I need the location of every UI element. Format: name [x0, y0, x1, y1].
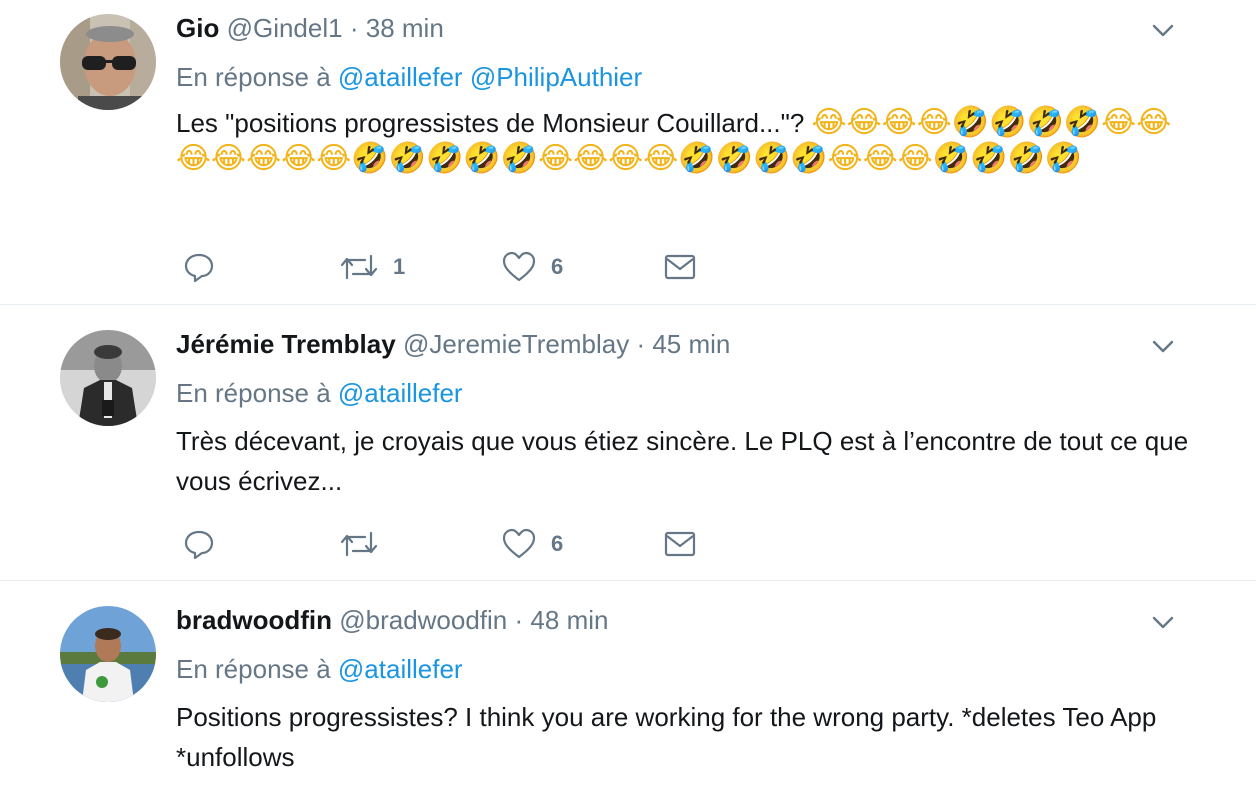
chevron-down-icon[interactable] [1150, 609, 1176, 635]
heart-icon [502, 528, 536, 559]
chevron-down-icon[interactable] [1150, 17, 1176, 43]
separator: · [636, 329, 646, 359]
author-name[interactable]: Gio [176, 13, 219, 43]
separator: · [349, 13, 359, 43]
direct-message-button[interactable] [663, 250, 697, 284]
like-count: 6 [551, 531, 564, 556]
retweet-icon [340, 254, 378, 280]
tweet: Jérémie Tremblay @JeremieTremblay · 45 m… [0, 305, 1256, 581]
reply-button[interactable] [182, 250, 230, 284]
reply-prefix: En réponse à [176, 378, 331, 408]
reply-icon [184, 253, 214, 283]
timestamp[interactable]: 45 min [652, 329, 730, 359]
tweet-actions: 6 [176, 527, 736, 561]
envelope-icon [664, 254, 696, 280]
mention-link[interactable]: @ataillefer [338, 62, 463, 92]
heart-icon [502, 251, 536, 282]
separator: · [514, 605, 524, 635]
tweet-text-body: Les "positions progressistes de Monsieur… [176, 108, 812, 138]
reply-context: En réponse à @ataillefer [176, 654, 463, 684]
envelope-icon [664, 531, 696, 557]
like-button[interactable]: 6 [501, 250, 563, 284]
mention-link[interactable]: @ataillefer [338, 654, 463, 684]
retweet-count: 1 [393, 254, 406, 279]
reply-button[interactable] [182, 527, 230, 561]
tweet-actions: 1 6 [176, 250, 736, 284]
reply-prefix: En réponse à [176, 62, 331, 92]
author-handle[interactable]: @bradwoodfin [339, 605, 507, 635]
direct-message-button[interactable] [663, 527, 697, 561]
chevron-down-icon[interactable] [1150, 333, 1176, 359]
timestamp[interactable]: 38 min [366, 13, 444, 43]
tweet-text: Les "positions progressistes de Monsieur… [176, 105, 1206, 177]
avatar[interactable] [60, 330, 156, 426]
tweet: Gio @Gindel1 · 38 min En réponse à @atai… [0, 0, 1256, 305]
author-name[interactable]: bradwoodfin [176, 605, 332, 635]
author-handle[interactable]: @Gindel1 [227, 13, 343, 43]
author-handle[interactable]: @JeremieTremblay [403, 329, 629, 359]
tweet: bradwoodfin @bradwoodfin · 48 min En rép… [0, 581, 1256, 792]
mention-link[interactable]: @PhilipAuthier [470, 62, 642, 92]
tweet-text: Très décevant, je croyais que vous étiez… [176, 426, 1189, 496]
reply-prefix: En réponse à [176, 654, 331, 684]
reply-context: En réponse à @ataillefer @PhilipAuthier [176, 62, 642, 92]
timestamp[interactable]: 48 min [530, 605, 608, 635]
like-button[interactable]: 6 [501, 527, 563, 561]
retweet-icon [340, 531, 378, 557]
author-name[interactable]: Jérémie Tremblay [176, 329, 396, 359]
tweet-header: Jérémie Tremblay @JeremieTremblay · 45 m… [176, 329, 730, 359]
like-count: 6 [551, 254, 564, 279]
avatar[interactable] [60, 606, 156, 702]
retweet-button[interactable]: 1 [339, 250, 405, 284]
tweet-header: bradwoodfin @bradwoodfin · 48 min [176, 605, 608, 635]
mention-link[interactable]: @ataillefer [338, 378, 463, 408]
reply-context: En réponse à @ataillefer [176, 378, 463, 408]
retweet-button[interactable] [339, 527, 393, 561]
reply-icon [184, 530, 214, 560]
avatar[interactable] [60, 14, 156, 110]
tweet-header: Gio @Gindel1 · 38 min [176, 13, 444, 43]
tweet-text: Positions progressistes? I think you are… [176, 702, 1157, 772]
